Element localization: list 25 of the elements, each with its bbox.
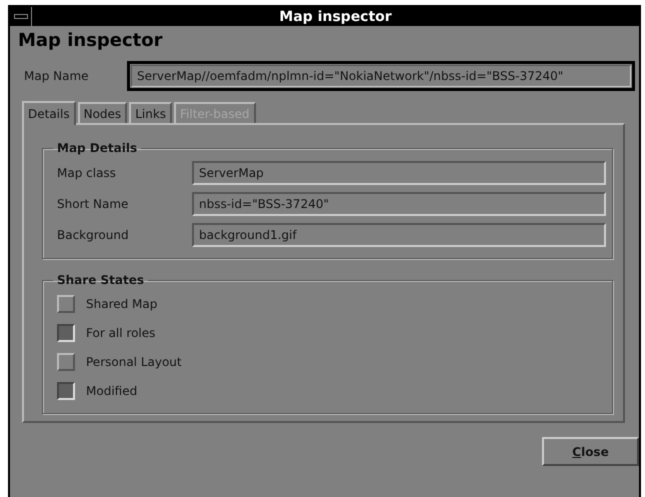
checkbox-label: Shared Map xyxy=(86,296,158,310)
checkbox[interactable] xyxy=(57,294,75,312)
checkbox-label: Personal Layout xyxy=(86,354,182,368)
field-label: Map Name xyxy=(24,69,90,83)
text-field[interactable]: nbss-id="BSS-37240" xyxy=(192,192,606,216)
menu-icon xyxy=(14,14,28,19)
field-label: Map class xyxy=(57,166,117,180)
group-title: Map Details xyxy=(56,141,138,155)
checkbox[interactable] xyxy=(57,352,75,370)
window-title: Map inspector xyxy=(278,8,393,24)
checkbox-label: Modified xyxy=(86,384,138,398)
text-field[interactable]: background1.gif xyxy=(192,222,606,246)
close-button[interactable]: Close xyxy=(542,437,639,466)
field-label: Background xyxy=(57,228,130,242)
map-name-field[interactable]: ServerMap//oemfadm/nplmn-id="NokiaNetwork"/nbss-id="BSS-37240" xyxy=(127,61,635,91)
dialog-heading: Map inspector xyxy=(18,30,164,51)
field-label: Short Name xyxy=(57,196,130,210)
tab[interactable]: Links xyxy=(129,102,172,123)
tab[interactable]: Details xyxy=(22,101,76,125)
checkbox[interactable] xyxy=(57,324,75,342)
group-title: Share States xyxy=(56,273,146,287)
text-field[interactable]: ServerMap xyxy=(192,160,606,184)
checkbox-label: For all roles xyxy=(86,326,156,340)
tab[interactable]: Nodes xyxy=(78,102,128,123)
checkbox[interactable] xyxy=(57,382,75,400)
